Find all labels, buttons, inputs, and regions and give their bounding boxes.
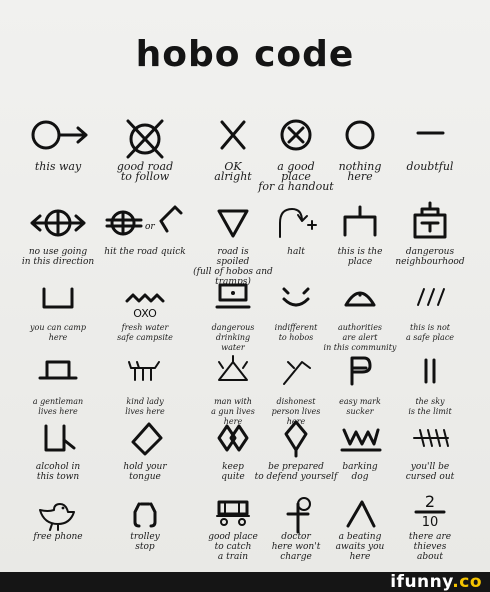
kind-lady-icon — [100, 347, 190, 397]
symbol-label: trolley stop — [130, 532, 160, 552]
dash-icon — [385, 110, 475, 160]
not-safe-icon — [385, 272, 475, 322]
alcohol-icon — [13, 413, 103, 463]
symbol-label: fresh water safe campsite — [117, 323, 173, 342]
symbol-label: this way — [34, 160, 82, 173]
symbol-label: this is not a safe place — [405, 323, 455, 342]
symbol-label: doubtful — [406, 160, 454, 173]
sky-limit-icon — [385, 347, 475, 397]
symbol-label: hold your tongue — [123, 462, 167, 482]
symbol-label: hit the road quick — [104, 247, 186, 257]
symbol-label: free phone — [33, 532, 83, 542]
symbol-label: you'll be cursed out — [405, 462, 455, 482]
svg-text:OXO: OXO — [133, 307, 157, 320]
symbol-label: there are thieves about — [408, 532, 452, 562]
symbol-label: alcohol in this town — [35, 462, 81, 482]
campsite-icon — [13, 272, 103, 322]
crossed-circle-icon — [100, 110, 190, 160]
gentleman-icon — [13, 347, 103, 397]
circle-arrow-icon — [13, 110, 103, 160]
ifunny-logo: ifunny.co — [390, 572, 482, 592]
watermark-bar: ifunny.co — [0, 572, 490, 592]
symbol-label: you can camp here — [30, 323, 86, 342]
svg-text:10: 10 — [422, 515, 439, 530]
symbol-label: good road to follow — [116, 160, 174, 183]
hit-the-road-icon: or — [100, 198, 190, 248]
svg-text:or: or — [145, 222, 155, 232]
symbol-label: dangerous neighbourhood — [395, 247, 465, 267]
hold-tongue-icon — [100, 413, 190, 463]
cursed-out-icon — [385, 413, 475, 463]
symbol-label: no use going in this direction — [21, 247, 95, 267]
page-title: hobo code — [135, 34, 355, 75]
svg-text:2: 2 — [425, 492, 435, 511]
fresh-water-icon: OXO — [100, 272, 190, 322]
dangerous-house-icon — [385, 198, 475, 248]
barred-circle-icon — [13, 198, 103, 248]
